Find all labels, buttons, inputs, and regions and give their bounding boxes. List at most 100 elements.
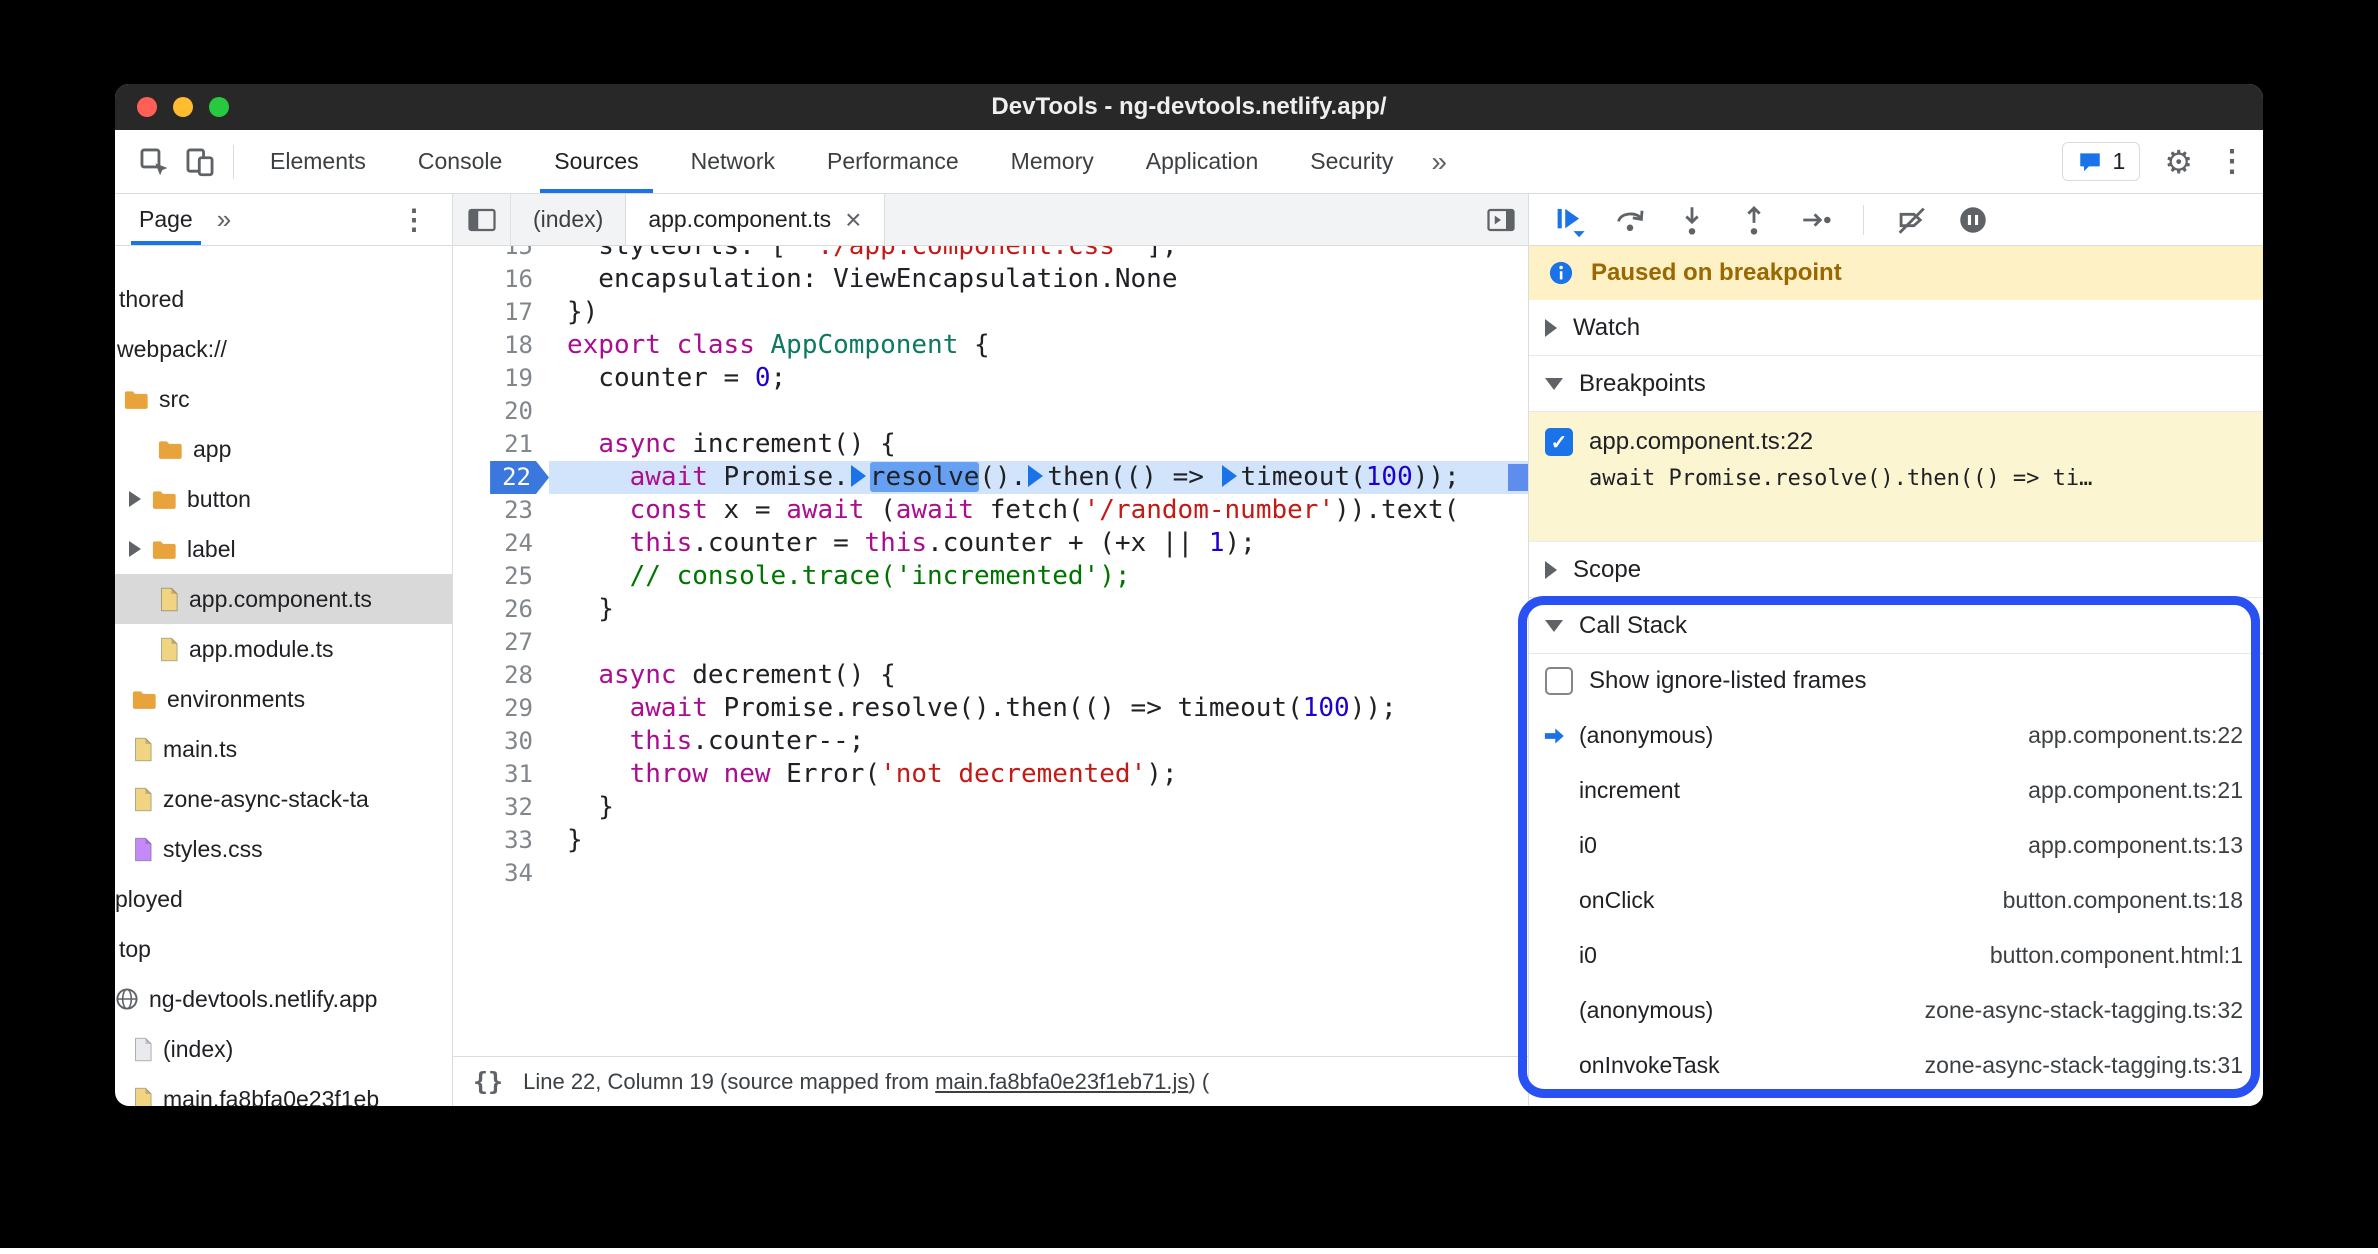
tree-item-button[interactable]: button (115, 474, 452, 524)
minimize-button[interactable] (173, 97, 193, 117)
call-stack-frame-increment-app-component-ts-21[interactable]: increment app.component.ts:21 (1529, 763, 2263, 818)
settings-gear-icon[interactable]: ⚙ (2164, 143, 2193, 181)
async-step-marker-icon[interactable] (1221, 464, 1237, 487)
code-line-text[interactable]: await Promise.resolve().then(() => timeo… (549, 692, 1528, 725)
tree-item-ployed[interactable]: ployed (115, 874, 452, 924)
code-line-text[interactable]: counter = 0; (549, 362, 1528, 395)
code-line-text[interactable]: this.counter = this.counter + (+x || 1); (549, 527, 1528, 560)
code-line-text[interactable]: const x = await (await fetch('/random-nu… (549, 494, 1528, 527)
tree-item-environments[interactable]: environments (115, 674, 452, 724)
code-line-text[interactable]: } (549, 791, 1528, 824)
issues-button[interactable]: 1 (2061, 142, 2141, 181)
code-line-text[interactable]: async increment() { (549, 428, 1528, 461)
show-ignore-listed-checkbox[interactable] (1545, 667, 1573, 695)
line-number-gutter[interactable]: 21 (453, 428, 549, 461)
code-line-text[interactable] (549, 857, 1528, 890)
code-line-text[interactable]: styleUrls: [ './app.component.css' ], (549, 246, 1528, 263)
toggle-sidebar-icon[interactable] (1486, 207, 1516, 233)
line-number-gutter[interactable]: 27 (453, 626, 549, 659)
more-tabs-icon[interactable]: » (1419, 146, 1459, 178)
tree-item-top[interactable]: top (115, 924, 452, 974)
paused-line-tag[interactable]: 22 (490, 461, 549, 494)
tree-item-thored[interactable]: thored (115, 274, 452, 324)
line-number-gutter[interactable]: 22 (453, 461, 549, 494)
close-icon[interactable]: × (845, 205, 861, 234)
tree-item-app-component-ts[interactable]: app.component.ts (115, 574, 452, 624)
line-number-gutter[interactable]: 29 (453, 692, 549, 725)
tab-application[interactable]: Application (1120, 130, 1285, 193)
line-number-gutter[interactable]: 32 (453, 791, 549, 824)
line-number-gutter[interactable]: 17 (453, 296, 549, 329)
tab-performance[interactable]: Performance (801, 130, 985, 193)
kebab-menu-icon[interactable]: ⋮ (2217, 144, 2247, 179)
line-number-gutter[interactable]: 26 (453, 593, 549, 626)
async-step-marker-icon[interactable] (850, 464, 866, 487)
line-number-gutter[interactable]: 23 (453, 494, 549, 527)
call-stack-frame-onclick-button-component-ts-18[interactable]: onClick button.component.ts:18 (1529, 873, 2263, 928)
async-step-marker-icon[interactable] (1028, 464, 1044, 487)
line-number-gutter[interactable]: 15 (453, 246, 549, 263)
code-line-text[interactable]: throw new Error('not decremented'); (549, 758, 1528, 791)
device-toolbar-icon[interactable] (177, 139, 223, 185)
breakpoint-entry[interactable]: ✓ app.component.ts:22 await Promise.reso… (1529, 412, 2263, 542)
code-line-text[interactable]: } (549, 824, 1528, 857)
tab-network[interactable]: Network (665, 130, 801, 193)
breakpoint-location[interactable]: app.component.ts:22 (1589, 428, 1813, 456)
call-stack-frame-anonymous-zone-async-stack-tagging-ts-32[interactable]: (anonymous) zone-async-stack-tagging.ts:3… (1529, 983, 2263, 1038)
line-number-gutter[interactable]: 34 (453, 857, 549, 890)
call-stack-frame-i0-app-component-ts-13[interactable]: i0 app.component.ts:13 (1529, 818, 2263, 873)
code-line-text[interactable]: export class AppComponent { (549, 329, 1528, 362)
section-breakpoints[interactable]: Breakpoints (1529, 356, 2263, 412)
pane-kebab-menu-icon[interactable]: ⋮ (384, 203, 444, 236)
code-line-text[interactable] (549, 626, 1528, 659)
editor-tab-index[interactable]: (index) (511, 194, 627, 245)
code-line-text[interactable]: encapsulation: ViewEncapsulation.None (549, 263, 1528, 296)
tab-security[interactable]: Security (1284, 130, 1419, 193)
tree-item-app[interactable]: app (115, 424, 452, 474)
step-over-button[interactable] (1605, 198, 1655, 242)
tab-memory[interactable]: Memory (985, 130, 1120, 193)
tree-item-zone-async-stack-ta[interactable]: zone-async-stack-ta (115, 774, 452, 824)
tab-console[interactable]: Console (392, 130, 528, 193)
call-stack-frame-i0-button-component-html-1[interactable]: i0 button.component.html:1 (1529, 928, 2263, 983)
line-number-gutter[interactable]: 19 (453, 362, 549, 395)
section-watch[interactable]: Watch (1529, 300, 2263, 356)
tree-item-label[interactable]: label (115, 524, 452, 574)
disclosure-icon[interactable] (129, 491, 141, 507)
line-number-gutter[interactable]: 18 (453, 329, 549, 362)
section-call-stack[interactable]: Call Stack (1529, 598, 2263, 654)
source-map-link[interactable]: main.fa8bfa0e23f1eb71.js (935, 1069, 1188, 1094)
line-number-gutter[interactable]: 31 (453, 758, 549, 791)
step-out-button[interactable] (1729, 198, 1779, 242)
tree-item-styles-css[interactable]: styles.css (115, 824, 452, 874)
deactivate-breakpoints-button[interactable] (1886, 198, 1936, 242)
toggle-navigator-icon[interactable] (453, 194, 511, 245)
line-number-gutter[interactable]: 25 (453, 560, 549, 593)
code-line-text[interactable]: async decrement() { (549, 659, 1528, 692)
resume-button[interactable] (1543, 198, 1593, 242)
tree-item-src[interactable]: src (115, 374, 452, 424)
code-line-text[interactable]: }) (549, 296, 1528, 329)
zoom-button[interactable] (209, 97, 229, 117)
tree-item-webpack[interactable]: webpack:// (115, 324, 452, 374)
call-stack-frame-anonymous-app-component-ts-22[interactable]: (anonymous) app.component.ts:22 (1529, 708, 2263, 763)
tab-elements[interactable]: Elements (244, 130, 392, 193)
pretty-print-icon[interactable]: {} (473, 1067, 503, 1096)
tree-item-index[interactable]: (index) (115, 1024, 452, 1074)
tab-page[interactable]: Page (123, 194, 209, 245)
step-into-button[interactable] (1667, 198, 1717, 242)
line-number-gutter[interactable]: 16 (453, 263, 549, 296)
disclosure-icon[interactable] (129, 541, 141, 557)
editor-tab-app-component[interactable]: app.component.ts × (626, 194, 885, 245)
close-button[interactable] (137, 97, 157, 117)
step-button[interactable] (1791, 198, 1841, 242)
line-number-gutter[interactable]: 28 (453, 659, 549, 692)
tree-item-ng-devtools-netlify-app[interactable]: ng-devtools.netlify.app (115, 974, 452, 1024)
pane-more-tabs-icon[interactable]: » (209, 204, 239, 235)
inspect-element-icon[interactable] (131, 139, 177, 185)
tree-item-app-module-ts[interactable]: app.module.ts (115, 624, 452, 674)
code-line-text[interactable]: await Promise.resolve().then(() => timeo… (549, 461, 1528, 494)
line-number-gutter[interactable]: 33 (453, 824, 549, 857)
code-editor[interactable]: 15 styleUrls: [ './app.component.css' ],… (453, 246, 1528, 1056)
line-number-gutter[interactable]: 20 (453, 395, 549, 428)
